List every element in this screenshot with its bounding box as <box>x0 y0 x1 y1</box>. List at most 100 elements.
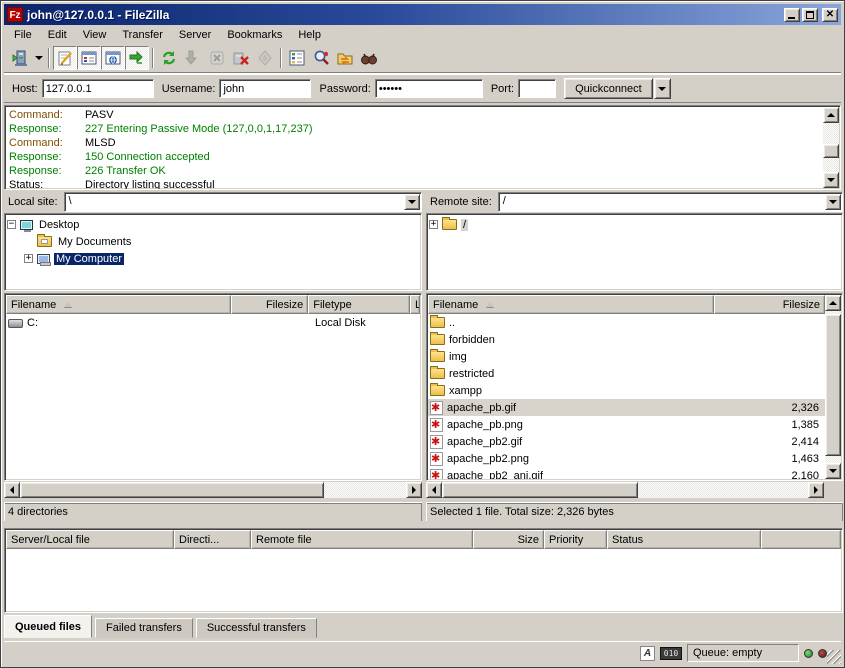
scroll-down-icon[interactable] <box>823 172 839 188</box>
remote-hscrollbar[interactable] <box>426 482 824 499</box>
process-queue-icon[interactable] <box>181 46 205 70</box>
scroll-left-icon[interactable] <box>4 482 20 498</box>
column-header-filename[interactable]: Filename <box>428 295 714 314</box>
close-button[interactable]: ✕ <box>822 8 838 22</box>
scroll-right-icon[interactable] <box>808 482 824 498</box>
table-row[interactable]: apache_pb2.png1,463 <box>428 450 825 467</box>
column-header-size[interactable]: Size <box>473 530 544 549</box>
scroll-up-icon[interactable] <box>823 107 839 123</box>
menu-transfer[interactable]: Transfer <box>114 27 171 43</box>
scroll-thumb[interactable] <box>823 144 839 158</box>
port-input[interactable] <box>518 79 556 98</box>
menu-help[interactable]: Help <box>290 27 329 43</box>
minimize-button[interactable] <box>784 8 800 22</box>
open-folder-icon <box>442 219 457 230</box>
menu-server[interactable]: Server <box>171 27 219 43</box>
column-header-filename[interactable]: Filename <box>6 295 231 314</box>
remote-site-dropdown[interactable] <box>825 194 841 210</box>
tree-item-desktop[interactable]: − Desktop <box>7 216 419 233</box>
log-text: 226 Transfer OK <box>85 165 166 177</box>
table-row[interactable]: C: Local Disk <box>6 314 420 331</box>
table-row[interactable]: img <box>428 348 825 365</box>
table-row-selected[interactable]: apache_pb.gif2,326 <box>428 399 825 416</box>
tree-item-my-documents[interactable]: My Documents <box>7 233 419 250</box>
scroll-track[interactable] <box>324 482 406 498</box>
column-header-server-local-file[interactable]: Server/Local file <box>6 530 174 549</box>
reconnect-icon[interactable] <box>253 46 277 70</box>
column-header-direction[interactable]: Directi... <box>174 530 251 549</box>
column-header-status[interactable]: Status <box>607 530 761 549</box>
table-row[interactable]: apache_pb.png1,385 <box>428 416 825 433</box>
local-site-combo[interactable]: \ <box>64 192 422 212</box>
maximize-button[interactable] <box>802 8 818 22</box>
toggle-message-log-icon[interactable] <box>53 46 77 70</box>
menu-file[interactable]: File <box>6 27 40 43</box>
resize-grip[interactable] <box>827 650 841 664</box>
menu-view[interactable]: View <box>75 27 115 43</box>
column-header-priority[interactable]: Priority <box>544 530 607 549</box>
scroll-thumb[interactable] <box>20 482 324 498</box>
table-row[interactable]: restricted <box>428 365 825 382</box>
tab-failed-transfers[interactable]: Failed transfers <box>95 618 193 638</box>
column-header-lastmodified[interactable]: L <box>410 295 420 314</box>
local-list-body: C: Local Disk <box>6 314 420 479</box>
filename-cell: apache_pb.png <box>447 419 737 431</box>
remote-status-text: Selected 1 file. Total size: 2,326 bytes <box>430 506 614 518</box>
filesize-cell: 1,463 <box>737 453 825 465</box>
local-site-dropdown[interactable] <box>404 194 420 210</box>
tab-queued-files[interactable]: Queued files <box>4 615 92 638</box>
tab-successful-transfers[interactable]: Successful transfers <box>196 618 317 638</box>
column-header-filesize[interactable]: Filesize <box>231 295 308 314</box>
password-input[interactable] <box>375 79 483 98</box>
scroll-track[interactable] <box>638 482 808 498</box>
quickconnect-dropdown-button[interactable] <box>654 78 671 99</box>
log-scrollbar[interactable] <box>823 107 839 188</box>
title-bar[interactable]: Fz john@127.0.0.1 - FileZilla ✕ <box>4 4 841 25</box>
column-header-remote-file[interactable]: Remote file <box>251 530 473 549</box>
disconnect-icon[interactable] <box>229 46 253 70</box>
toggle-remote-tree-icon[interactable] <box>101 46 125 70</box>
username-input[interactable] <box>219 79 311 98</box>
queue-body[interactable] <box>6 549 841 611</box>
filename-cell: .. <box>449 317 737 329</box>
remote-vscrollbar[interactable] <box>825 295 841 479</box>
tree-item-my-computer[interactable]: + My Computer <box>7 250 419 267</box>
table-row[interactable]: apache_pb2.gif2,414 <box>428 433 825 450</box>
table-row[interactable]: .. <box>428 314 825 331</box>
scroll-down-icon[interactable] <box>825 463 841 479</box>
my-documents-icon <box>37 236 52 247</box>
directory-listing-filter-icon[interactable] <box>285 46 309 70</box>
expand-icon[interactable]: + <box>24 254 33 263</box>
site-manager-dropdown-icon[interactable] <box>32 47 45 69</box>
cancel-operation-icon[interactable] <box>205 46 229 70</box>
collapse-icon[interactable]: − <box>7 220 16 229</box>
menu-bookmarks[interactable]: Bookmarks <box>219 27 290 43</box>
scroll-right-icon[interactable] <box>406 482 422 498</box>
scroll-up-icon[interactable] <box>825 295 841 311</box>
quickconnect-button[interactable]: Quickconnect <box>564 78 653 99</box>
remote-site-combo[interactable]: / <box>498 192 843 212</box>
column-header-filetype[interactable]: Filetype <box>308 295 410 314</box>
expand-icon[interactable]: + <box>429 220 438 229</box>
table-row[interactable]: forbidden <box>428 331 825 348</box>
status-bar: A 010 Queue: empty <box>4 641 841 664</box>
toggle-local-tree-icon[interactable] <box>77 46 101 70</box>
refresh-icon[interactable] <box>157 46 181 70</box>
column-header-filesize[interactable]: Filesize <box>714 295 825 314</box>
tree-item-root[interactable]: + / <box>429 216 840 233</box>
chevron-down-icon <box>408 200 416 204</box>
compare-directories-icon[interactable] <box>309 46 333 70</box>
table-row[interactable]: xampp <box>428 382 825 399</box>
site-manager-icon[interactable] <box>8 46 32 70</box>
scroll-thumb[interactable] <box>825 314 841 456</box>
menu-edit[interactable]: Edit <box>40 27 75 43</box>
toggle-transfer-queue-icon[interactable] <box>125 46 149 70</box>
scroll-left-icon[interactable] <box>426 482 442 498</box>
synchronized-browsing-icon[interactable] <box>333 46 357 70</box>
local-hscrollbar[interactable] <box>4 482 422 499</box>
scroll-thumb[interactable] <box>442 482 638 498</box>
log-text: 227 Entering Passive Mode (127,0,0,1,17,… <box>85 123 312 135</box>
host-input[interactable] <box>42 79 154 98</box>
table-row[interactable]: apache_pb2_ani.gif2,160 <box>428 467 825 479</box>
find-files-icon[interactable] <box>357 46 381 70</box>
